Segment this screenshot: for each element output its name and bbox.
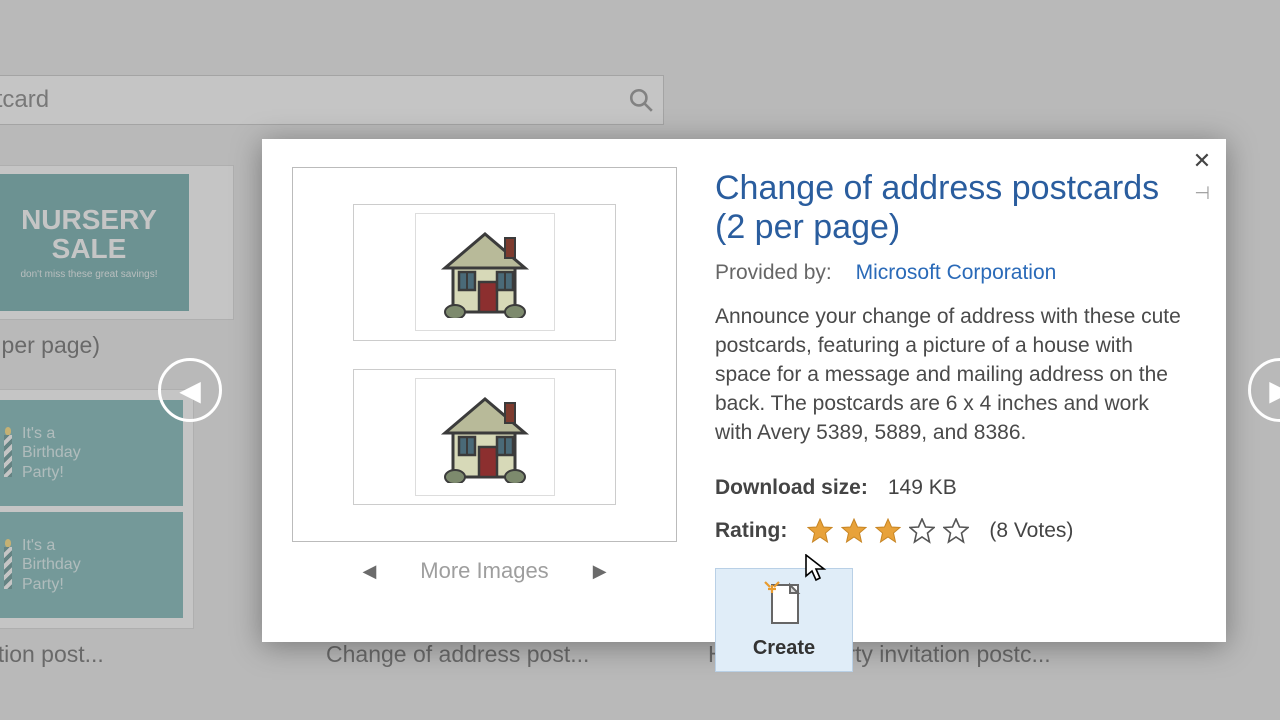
provided-by: Provided by: Microsoft Corporation xyxy=(715,261,1190,285)
star-icon xyxy=(807,518,833,544)
star-icon xyxy=(841,518,867,544)
new-document-icon xyxy=(764,581,804,627)
prev-image-button[interactable]: ◀ xyxy=(362,561,376,582)
rating-row: Rating: (8 Votes) xyxy=(715,518,1190,544)
template-preview-image xyxy=(292,167,677,542)
download-size: Download size: 149 KB xyxy=(715,476,1190,500)
star-icon xyxy=(875,518,901,544)
star-icon xyxy=(943,518,969,544)
create-button[interactable]: Create xyxy=(715,568,853,672)
rating-stars[interactable] xyxy=(807,518,969,544)
next-image-button[interactable]: ▶ xyxy=(593,561,607,582)
template-title: Change of address postcards (2 per page) xyxy=(715,169,1190,247)
votes-count: (8 Votes) xyxy=(989,519,1073,543)
template-preview-modal: ✕ ⊣ ◀ More Images ▶ Change of address po… xyxy=(262,139,1226,642)
more-images-label: More Images xyxy=(420,558,548,584)
provider-link[interactable]: Microsoft Corporation xyxy=(856,261,1057,284)
close-button[interactable]: ✕ xyxy=(1190,149,1214,173)
star-icon xyxy=(909,518,935,544)
more-images-nav: ◀ More Images ▶ xyxy=(362,558,606,584)
pin-icon[interactable]: ⊣ xyxy=(1194,183,1210,204)
prev-template-button[interactable]: ◀ xyxy=(158,358,222,422)
template-description: Announce your change of address with the… xyxy=(715,303,1190,448)
